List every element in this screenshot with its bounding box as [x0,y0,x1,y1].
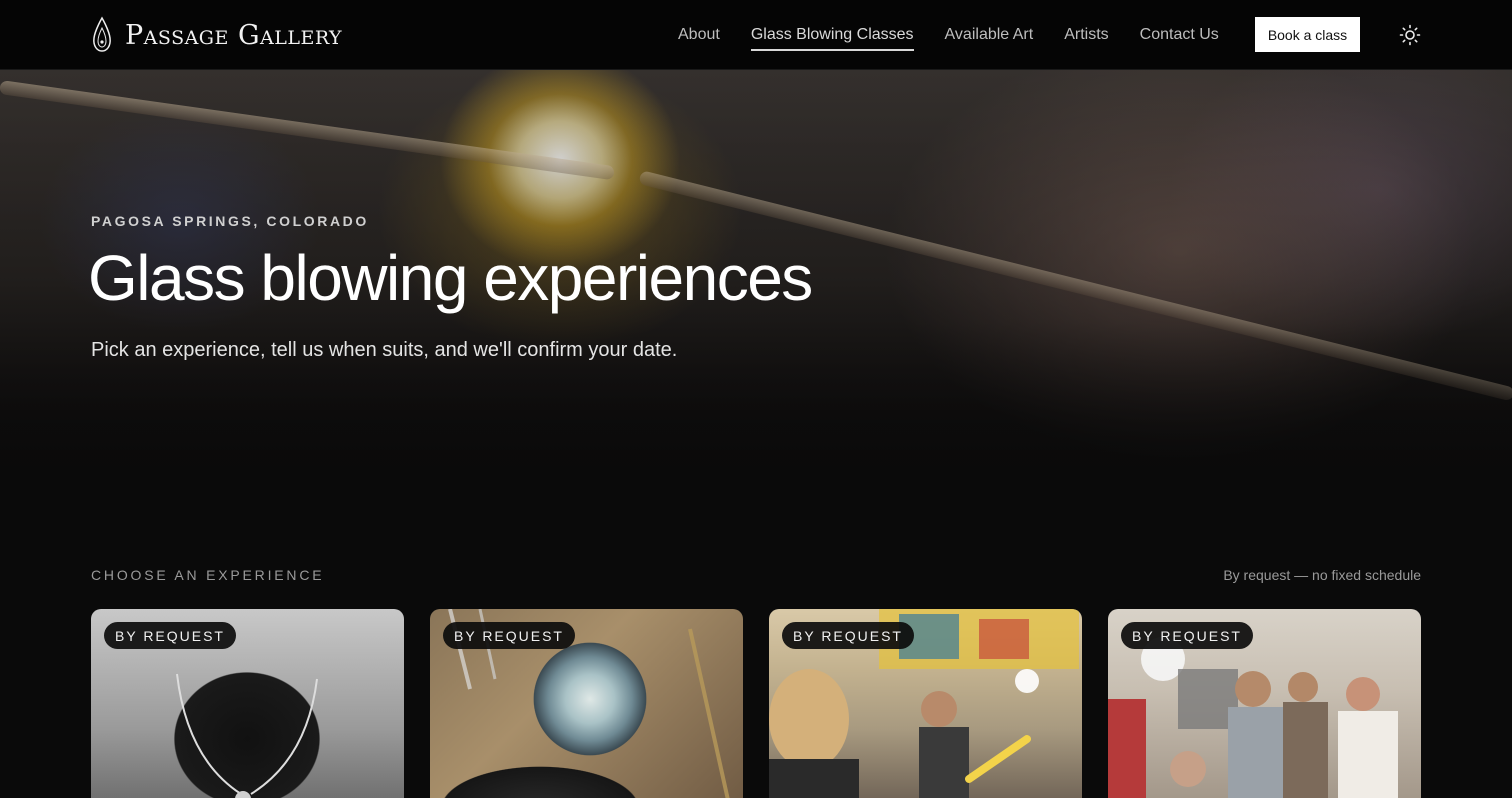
status-badge: BY REQUEST [443,622,575,649]
section-heading: CHOOSE AN EXPERIENCE [91,567,325,583]
book-class-button[interactable]: Book a class [1255,17,1360,52]
nav-link-available-art[interactable]: Available Art [945,25,1034,45]
brand-name: Passage Gallery [125,19,343,51]
status-badge: BY REQUEST [1121,622,1253,649]
status-badge: BY REQUEST [782,622,914,649]
page-title: Glass blowing experiences [88,242,813,314]
brand-logo-link[interactable]: Passage Gallery [91,15,342,55]
schedule-note: By request — no fixed schedule [1223,567,1421,583]
flame-drop-icon [93,16,111,52]
nav-link-artists[interactable]: Artists [1064,25,1108,45]
experience-card[interactable]: BY REQUEST [1108,609,1421,798]
hero-subtitle: Pick an experience, tell us when suits, … [91,339,678,361]
nav-link-about[interactable]: About [678,25,720,45]
nav-links: About Glass Blowing Classes Available Ar… [678,0,1250,70]
status-badge: BY REQUEST [104,622,236,649]
hero-section: PAGOSA SPRINGS, COLORADO Glass blowing e… [0,70,1512,530]
sun-icon[interactable] [1398,23,1422,47]
experience-card[interactable]: BY REQUEST [769,609,1082,798]
experience-cards: BY REQUEST BY REQUEST BY REQUEST BY REQU… [91,609,1421,798]
experience-card[interactable]: BY REQUEST [430,609,743,798]
top-nav: Passage Gallery About Glass Blowing Clas… [0,0,1512,70]
nav-link-glass-blowing-classes[interactable]: Glass Blowing Classes [750,25,914,51]
experience-card[interactable]: BY REQUEST [91,609,404,798]
hero-location: PAGOSA SPRINGS, COLORADO [91,213,369,229]
nav-link-contact-us[interactable]: Contact Us [1140,25,1219,45]
